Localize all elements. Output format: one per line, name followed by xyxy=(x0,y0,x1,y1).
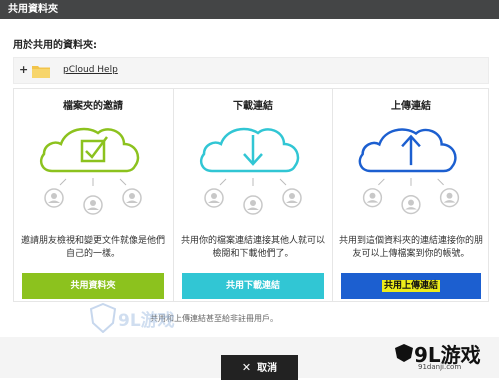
checkbox-cloud-icon xyxy=(40,127,140,173)
download-link-panel: 下載連結 共用你的檔案連結連接其他人就可以檢閱和下載他們了。 共用下載連結 xyxy=(173,89,332,301)
watermark-shield-icon xyxy=(89,302,117,334)
sharing-arrows xyxy=(219,178,287,186)
panel-title: 上傳連結 xyxy=(391,101,431,112)
close-icon: ✕ xyxy=(241,361,252,374)
upload-link-panel: 上傳連結 共用到這個資料夾的連結連接你的朋友可以上傳檔案到你的帳號。 共用上傳連… xyxy=(332,89,489,301)
folder-name-link[interactable]: pCloud Help xyxy=(63,65,118,75)
brand-logo-icon xyxy=(395,344,413,362)
folder-row[interactable]: + pCloud Help xyxy=(13,57,489,84)
folder-icon xyxy=(32,66,50,78)
upload-link-illustration xyxy=(358,128,460,215)
share-upload-link-label: 共用上傳連結 xyxy=(381,280,440,292)
cancel-label: 取消 xyxy=(257,363,278,374)
dialog-title: 共用資料夾 xyxy=(8,4,58,15)
share-folder-illustration xyxy=(40,127,142,215)
panel-description: 邀請朋友檢視和變更文件就像是他們自己的一樣。 xyxy=(20,236,165,259)
sharing-arrows xyxy=(59,178,127,186)
panel-description: 共用到這個資料夾的連結連接你的朋友可以上傳檔案到你的帳號。 xyxy=(339,236,484,259)
share-folder-panel: 檔案夾的邀請 邀請朋友檢視和變更文件就像是他們自己的一樣。 共用資料夾 xyxy=(14,89,172,301)
cancel-button[interactable]: ✕ 取消 xyxy=(221,355,298,380)
share-options: 檔案夾的邀請 邀請朋友檢視和變更文件就像是他們自己的一樣。 共用資料夾 下載連結 xyxy=(13,88,489,302)
watermark-logo-text: 9L游戏 xyxy=(118,311,175,331)
watermark-logo: 9L游戏 xyxy=(89,302,220,339)
brand-url: 91danji.com xyxy=(418,363,462,371)
dialog-title-bar: 共用資料夾 xyxy=(0,0,499,19)
panel-title: 下載連結 xyxy=(233,101,273,112)
folder-section-label: 用於共用的資料夾: xyxy=(13,40,97,51)
watermark-brand: 9L游戏 91danji.com xyxy=(394,339,494,375)
download-cloud-icon xyxy=(200,127,300,173)
expand-icon[interactable]: + xyxy=(19,63,28,76)
download-link-illustration xyxy=(200,127,302,215)
panel-title: 檔案夾的邀請 xyxy=(63,101,123,112)
panel-description: 共用你的檔案連結連接其他人就可以檢閱和下載他們了。 xyxy=(180,236,325,259)
sharing-arrows xyxy=(378,177,444,186)
share-upload-link-button[interactable]: 共用上傳連結 xyxy=(341,273,481,299)
share-folder-button[interactable]: 共用資料夾 xyxy=(22,273,164,299)
upload-cloud-icon xyxy=(358,128,457,173)
share-download-link-button[interactable]: 共用下載連結 xyxy=(182,273,324,299)
